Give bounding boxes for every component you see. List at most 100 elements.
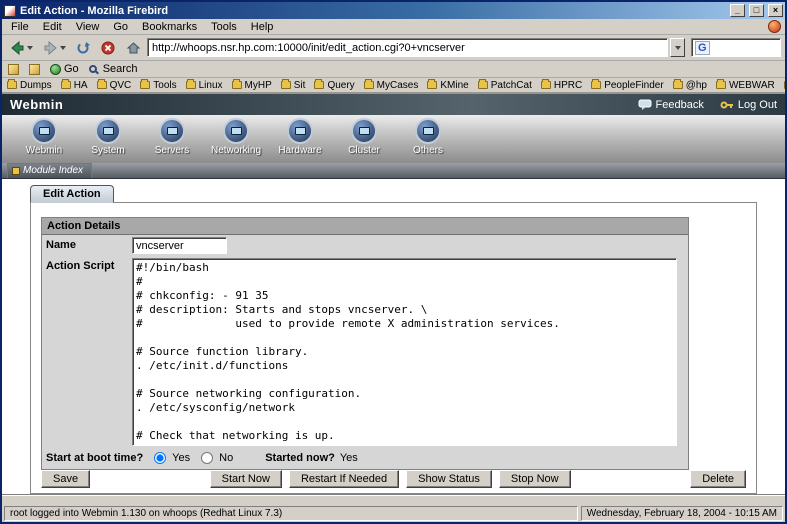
menu-bookmarks[interactable]: Bookmarks bbox=[135, 20, 204, 34]
forward-arrow-icon bbox=[43, 41, 58, 55]
bookmark-item[interactable]: WEBWAR bbox=[716, 80, 775, 91]
bookmark-item[interactable]: KMine bbox=[427, 80, 468, 91]
webmin-category-icon bbox=[31, 118, 57, 144]
go-label: Go bbox=[64, 63, 79, 75]
close-button[interactable]: × bbox=[768, 4, 783, 17]
feedback-bubble-icon bbox=[638, 99, 652, 111]
stop-button[interactable] bbox=[97, 38, 120, 58]
url-input[interactable] bbox=[147, 38, 668, 57]
script-row: Action Script #!/bin/bash # # chkconfig:… bbox=[42, 256, 688, 448]
module-index-icon bbox=[12, 167, 20, 175]
search-button[interactable]: Search bbox=[89, 63, 138, 75]
restart-if-needed-button[interactable]: Restart If Needed bbox=[289, 470, 399, 488]
bookmark-folder-icon bbox=[427, 81, 437, 89]
toolbar-icon-2[interactable] bbox=[29, 64, 40, 75]
bookmark-label: HPRC bbox=[554, 80, 582, 91]
name-input[interactable] bbox=[132, 237, 227, 254]
bookmark-folder-icon bbox=[541, 81, 551, 89]
menu-view[interactable]: View bbox=[69, 20, 107, 34]
titlebar: Edit Action - Mozilla Firebird _ □ × bbox=[2, 2, 785, 19]
webmin-brand: Webmin bbox=[10, 97, 622, 112]
module-index-link[interactable]: Module Index bbox=[7, 163, 92, 178]
bookmark-item[interactable]: HA bbox=[61, 80, 88, 91]
menu-help[interactable]: Help bbox=[244, 20, 281, 34]
bookmark-item[interactable]: QVC bbox=[97, 80, 132, 91]
bookmark-item[interactable]: WOW bbox=[784, 80, 785, 91]
others-category-icon bbox=[415, 118, 441, 144]
logout-link[interactable]: Log Out bbox=[720, 99, 777, 111]
bookmark-item[interactable]: PatchCat bbox=[478, 80, 532, 91]
home-button[interactable] bbox=[122, 38, 145, 58]
login-status-text: root logged into Webmin 1.130 on whoops … bbox=[4, 506, 578, 521]
search-box[interactable]: G bbox=[691, 38, 781, 57]
home-icon bbox=[126, 41, 141, 55]
bookmark-label: PeopleFinder bbox=[604, 80, 663, 91]
bookmark-item[interactable]: PeopleFinder bbox=[591, 80, 663, 91]
bookmark-item[interactable]: Query bbox=[314, 80, 354, 91]
boot-yes-label: Yes bbox=[172, 452, 190, 464]
bookmark-label: @hp bbox=[686, 80, 707, 91]
minimize-button[interactable]: _ bbox=[730, 4, 745, 17]
bookmark-item[interactable]: Sit bbox=[281, 80, 306, 91]
bookmark-item[interactable]: @hp bbox=[673, 80, 707, 91]
bookmark-folder-icon bbox=[140, 81, 150, 89]
bookmark-folder-icon bbox=[186, 81, 196, 89]
boot-no-radio[interactable] bbox=[201, 452, 213, 464]
bookmark-label: MyHP bbox=[245, 80, 272, 91]
firebird-logo-icon bbox=[768, 20, 781, 33]
back-button[interactable] bbox=[6, 38, 37, 58]
menu-go[interactable]: Go bbox=[106, 20, 135, 34]
menu-file[interactable]: File bbox=[4, 20, 36, 34]
stop-now-button[interactable]: Stop Now bbox=[499, 470, 571, 488]
forward-dropdown-icon bbox=[60, 46, 66, 50]
webmin-nav-servers[interactable]: Servers bbox=[146, 118, 198, 156]
save-button[interactable]: Save bbox=[41, 470, 90, 488]
bookmark-label: HA bbox=[74, 80, 88, 91]
frame-divider bbox=[2, 494, 785, 504]
logout-label: Log Out bbox=[738, 99, 777, 111]
bookmark-item[interactable]: Linux bbox=[186, 80, 223, 91]
bookmark-label: Dumps bbox=[20, 80, 52, 91]
category-label: Hardware bbox=[278, 145, 321, 156]
bookmark-label: Sit bbox=[294, 80, 306, 91]
bookmark-item[interactable]: Dumps bbox=[7, 80, 52, 91]
action-script-textarea[interactable]: #!/bin/bash # # chkconfig: - 91 35 # des… bbox=[132, 258, 677, 446]
webmin-header: Webmin Feedback Log Out bbox=[2, 94, 785, 115]
started-now-label: Started now? bbox=[265, 452, 335, 464]
webmin-nav-cluster[interactable]: Cluster bbox=[338, 118, 390, 156]
bookmark-item[interactable]: MyCases bbox=[364, 80, 419, 91]
feedback-link[interactable]: Feedback bbox=[638, 99, 704, 111]
bookmark-item[interactable]: HPRC bbox=[541, 80, 582, 91]
go-button[interactable]: Go bbox=[50, 63, 79, 75]
webmin-nav-others[interactable]: Others bbox=[402, 118, 454, 156]
forward-button[interactable] bbox=[39, 38, 70, 58]
toolbar-icon-1[interactable] bbox=[8, 64, 19, 75]
bookmark-folder-icon bbox=[7, 81, 17, 89]
delete-button[interactable]: Delete bbox=[690, 470, 746, 488]
menu-tools[interactable]: Tools bbox=[204, 20, 244, 34]
secondary-toolbar: Go Search bbox=[2, 61, 785, 78]
datetime-text: Wednesday, February 18, 2004 - 10:15 AM bbox=[581, 506, 783, 521]
webmin-nav-networking[interactable]: Networking bbox=[210, 118, 262, 156]
menu-edit[interactable]: Edit bbox=[36, 20, 69, 34]
boot-options-row: Start at boot time? Yes No Started now? … bbox=[42, 448, 688, 469]
webmin-nav-webmin[interactable]: Webmin bbox=[18, 118, 70, 156]
chevron-down-icon bbox=[675, 46, 681, 50]
url-dropdown-button[interactable] bbox=[670, 38, 685, 57]
boot-yes-radio[interactable] bbox=[154, 452, 166, 464]
reload-button[interactable] bbox=[72, 38, 95, 58]
webmin-nav-system[interactable]: System bbox=[82, 118, 134, 156]
cluster-category-icon bbox=[351, 118, 377, 144]
show-status-button[interactable]: Show Status bbox=[406, 470, 492, 488]
go-icon bbox=[50, 64, 61, 75]
webmin-nav-hardware[interactable]: Hardware bbox=[274, 118, 326, 156]
hardware-category-icon bbox=[287, 118, 313, 144]
networking-category-icon bbox=[223, 118, 249, 144]
bookmark-item[interactable]: MyHP bbox=[232, 80, 272, 91]
maximize-button[interactable]: □ bbox=[749, 4, 764, 17]
bookmark-item[interactable]: Tools bbox=[140, 80, 176, 91]
start-now-button[interactable]: Start Now bbox=[210, 470, 282, 488]
back-arrow-icon bbox=[10, 41, 25, 55]
stop-icon bbox=[101, 41, 116, 55]
search-icon bbox=[89, 65, 97, 73]
